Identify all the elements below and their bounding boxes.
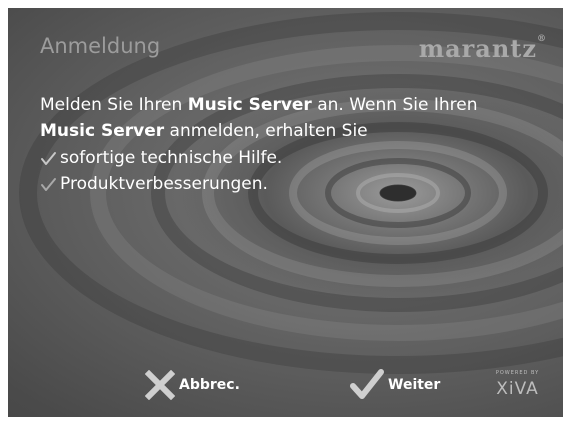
close-icon bbox=[145, 370, 175, 400]
benefit-item: Produktverbesserungen. bbox=[40, 171, 268, 197]
cancel-button[interactable]: Abbrec. bbox=[145, 370, 240, 400]
message-line1-bold: Music Server bbox=[187, 95, 312, 115]
brand-name: marantz bbox=[418, 34, 537, 63]
brand-logo: marantz® bbox=[419, 34, 547, 63]
ripple-background bbox=[19, 12, 563, 374]
brand-mark: ® bbox=[537, 34, 547, 44]
message-line1-part2: an. Wenn Sie Ihren bbox=[311, 95, 478, 115]
next-button[interactable]: Weiter bbox=[350, 368, 440, 402]
xiva-logo: POWERED BY XiVA bbox=[490, 370, 545, 399]
check-icon bbox=[41, 177, 56, 191]
message-line2-part2: anmelden, erhalten Sie bbox=[164, 121, 368, 141]
message-line2-bold: Music Server bbox=[40, 121, 165, 141]
benefit-item: sofortige technische Hilfe. bbox=[40, 145, 282, 171]
page-title: Anmeldung bbox=[40, 34, 161, 58]
cancel-button-label: Abbrec. bbox=[179, 377, 240, 393]
next-button-label: Weiter bbox=[388, 377, 441, 393]
registration-message: Melden Sie Ihren Music Server an. Wenn S… bbox=[40, 92, 540, 144]
message-line1-part1: Melden Sie Ihren bbox=[40, 95, 188, 115]
xiva-logo-text: XiVA bbox=[496, 379, 539, 399]
checkmark-icon bbox=[350, 369, 384, 399]
check-icon bbox=[41, 151, 56, 165]
benefit-label: sofortige technische Hilfe. bbox=[60, 148, 283, 168]
powered-by-text: POWERED BY bbox=[495, 370, 540, 376]
benefit-label: Produktverbesserungen. bbox=[60, 174, 268, 194]
registration-screen: Anmeldung marantz® Melden Sie Ihren Musi… bbox=[8, 8, 563, 417]
